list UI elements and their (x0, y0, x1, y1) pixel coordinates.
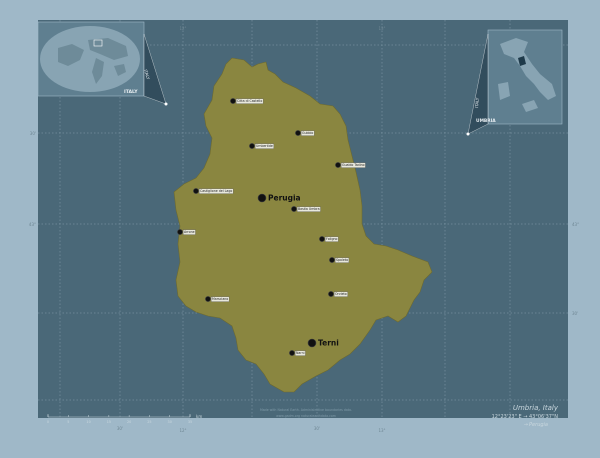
arrow-glyph: → (524, 422, 528, 428)
city-dot (257, 193, 267, 203)
city-dot (307, 338, 317, 348)
scale-tick-label: 25 (147, 420, 151, 424)
minor-tick-label: 30' (572, 311, 578, 316)
scale-tick-label: 0 (47, 420, 49, 424)
city-dot (230, 98, 236, 104)
coords-readout: 12°23'23" E → 43°06'37"N (492, 414, 559, 420)
city-label: Bastia Umbra (298, 207, 320, 211)
scale-unit: km (196, 414, 202, 419)
inset-italy-region-label: UMBRIA (476, 118, 496, 124)
city-label: Arrone (184, 230, 195, 234)
city-label: Terni (318, 339, 339, 348)
minor-tick-label: 30' (30, 131, 36, 136)
city-dot (335, 162, 341, 168)
lon-tick-label: 12° (179, 26, 186, 31)
inset-italy-label: ITALY (474, 97, 480, 108)
inset-world-label: ITALY (124, 89, 138, 95)
minor-tick-label: 30' (314, 426, 320, 431)
city-label: Gubbio (302, 131, 313, 135)
scale-tick-label: 5 (67, 420, 69, 424)
scale-tick-label: 30 (168, 420, 172, 424)
lon-tick-label: 12° (179, 428, 186, 433)
lon-tick-label: 13° (378, 26, 385, 31)
city-dot (291, 206, 297, 212)
city-dot (329, 257, 335, 263)
footer-credit: www.gadm.org naturalearthdata.com (276, 414, 336, 418)
lat-tick-label: 43° (572, 222, 579, 227)
lat-tick-label: 43° (29, 222, 36, 227)
minor-tick-label: 30' (117, 426, 123, 431)
city-dot (205, 296, 211, 302)
city-dot (289, 350, 295, 356)
scale-tick-label: 35 (188, 420, 192, 424)
city-label: Spoleto (336, 258, 348, 262)
capital-caption: Perugia (529, 422, 548, 428)
city-dot (328, 291, 334, 297)
map-canvas: 12° 13° 12° 13° 43° 43° 30' 30' 30' 30' … (0, 0, 600, 458)
scale-tick-label: 10 (86, 420, 90, 424)
city-label: Marsciano (212, 297, 228, 301)
city-label: Citta di Castello (237, 99, 262, 103)
city-label: Foligno (326, 237, 337, 241)
city-label: Perugia (268, 194, 301, 203)
footer-note: Made with Natural Earth. Administrative … (260, 408, 352, 412)
city-dot (177, 229, 183, 235)
city-label: Narni (296, 351, 305, 355)
scale-tick-label: 15 (107, 420, 111, 424)
lon-tick-label: 13° (378, 428, 385, 433)
city-dot (249, 143, 255, 149)
city-label: Umbertide (256, 144, 273, 148)
city-label: Castiglione del Lago (200, 189, 232, 193)
scale-tick-label: 20 (127, 420, 131, 424)
city-dot (295, 130, 301, 136)
city-label: Orvieto (335, 292, 347, 296)
city-dot (193, 188, 199, 194)
map-title: Umbria, Italy (513, 404, 559, 412)
city-dot (319, 236, 325, 242)
city-label: Gualdo Tadino (342, 163, 365, 167)
